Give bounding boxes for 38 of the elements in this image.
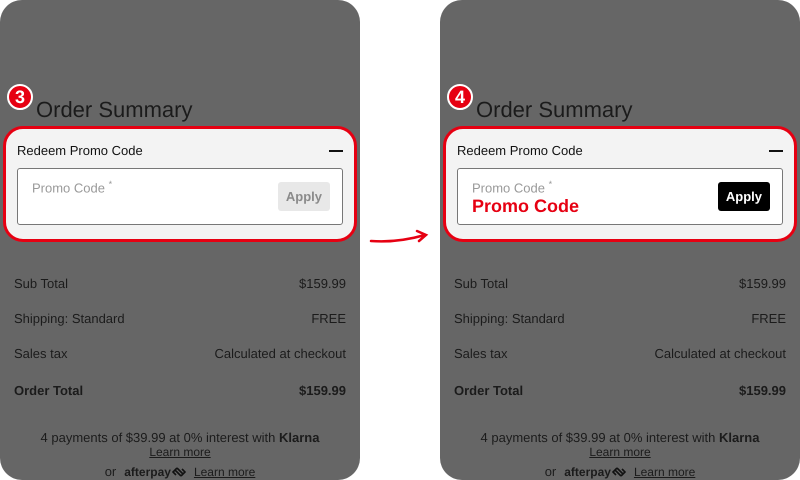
installment-text: 4 payments of $39.99 at 0% interest with Klarna: [40, 430, 320, 445]
or-text: or: [544, 464, 556, 479]
row-label: Order Total: [454, 383, 524, 398]
installment-text: 4 payments of $39.99 at 0% interest with Klarna: [480, 430, 760, 445]
afterpay-logo: afterpay: [564, 464, 626, 478]
field-label: Promo Code $^{*}$: [32, 179, 112, 196]
promo-code-field[interactable]: Promo Code $^{*}$ Promo Code Apply: [457, 168, 783, 225]
row-value: Calculated at checkout: [654, 346, 786, 361]
row-value: $159.99: [299, 383, 346, 398]
learn-more-link[interactable]: Learn more: [634, 464, 696, 478]
row-value: FREE: [751, 311, 786, 326]
row-label: Sub Total: [454, 276, 508, 291]
promo-heading: Redeem Promo Code: [457, 143, 583, 158]
row-label: Shipping: Standard: [14, 311, 125, 326]
field-label: Promo Code $^{*}$: [472, 179, 554, 196]
section-title: Order Summary: [36, 96, 192, 124]
row-label: Shipping: Standard: [454, 311, 565, 326]
learn-more-link[interactable]: Learn more: [149, 445, 211, 459]
apply-button[interactable]: Apply: [718, 182, 770, 211]
row-label: Sales tax: [454, 346, 508, 361]
row-label: Sub Total: [14, 276, 68, 291]
row-value: $159.99: [739, 383, 786, 398]
afterpay-logo: afterpay: [124, 464, 186, 478]
section-title: Order Summary: [476, 96, 632, 124]
learn-more-link[interactable]: Learn more: [589, 445, 651, 459]
or-text: or: [104, 464, 116, 479]
arrow-icon: [369, 228, 431, 244]
step-badge: 3: [7, 84, 33, 110]
step-badge: 4: [447, 84, 473, 110]
learn-more-link[interactable]: Learn more: [194, 464, 256, 478]
row-value: FREE: [311, 311, 346, 326]
row-value: $159.99: [299, 276, 346, 291]
row-label: Order Total: [14, 383, 84, 398]
promo-heading: Redeem Promo Code: [17, 143, 143, 158]
row-value: Calculated at checkout: [214, 346, 346, 361]
row-label: Sales tax: [14, 346, 68, 361]
row-value: $159.99: [739, 276, 786, 291]
field-value: Promo Code: [472, 196, 580, 218]
